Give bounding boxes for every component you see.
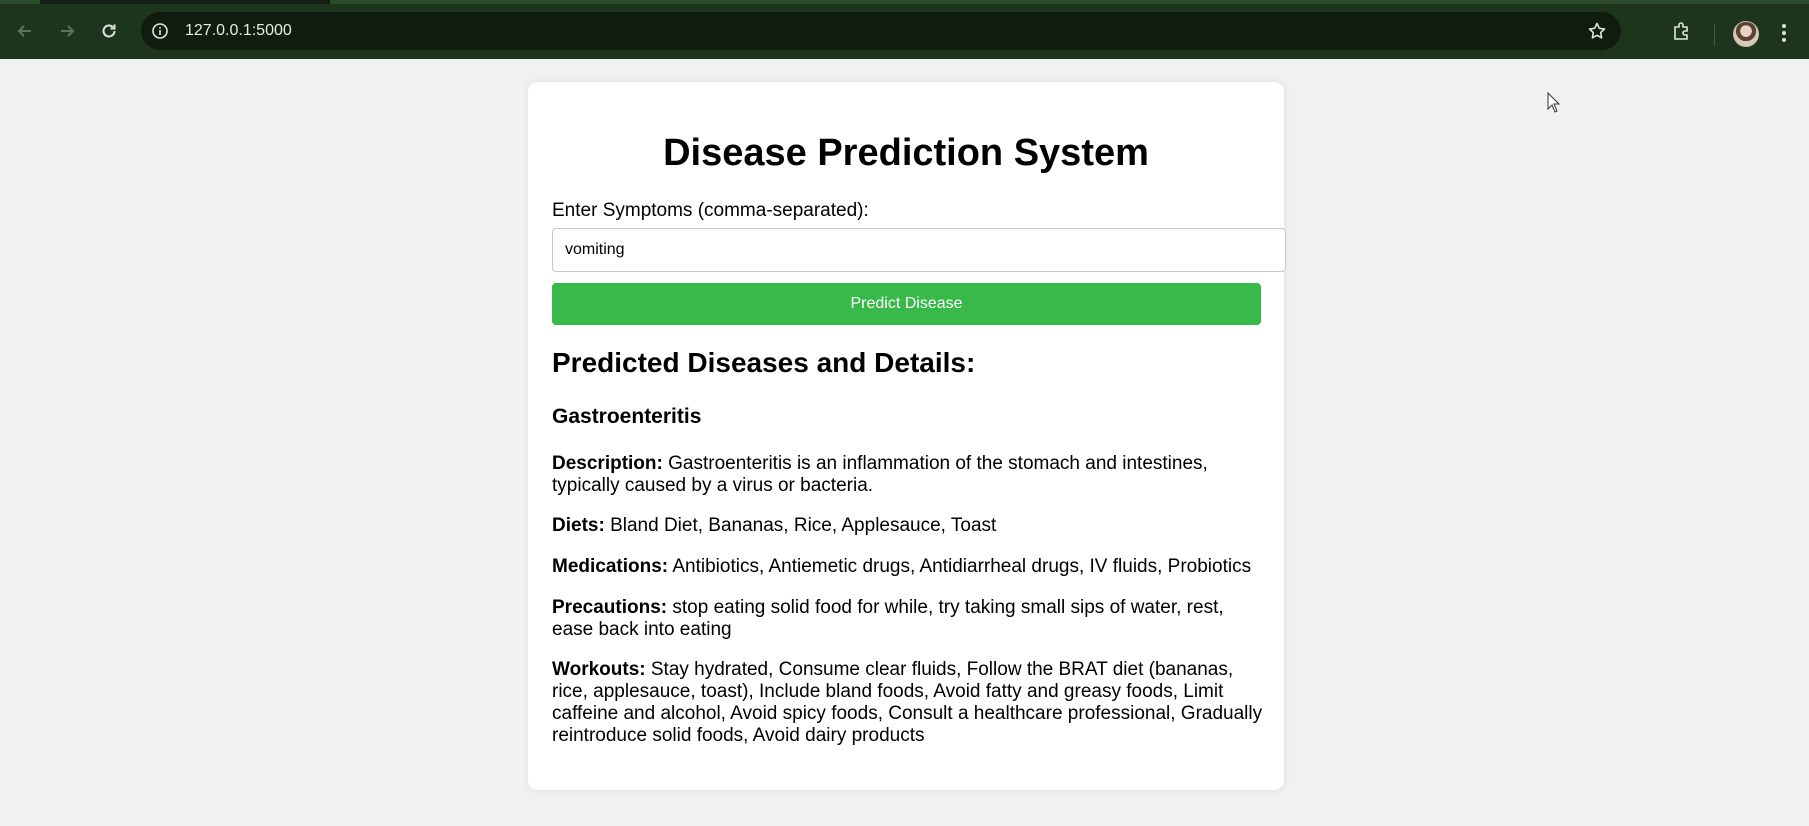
browser-toolbar: 127.0.0.1:5000 [0, 4, 1809, 59]
workouts-paragraph: Workouts: Stay hydrated, Consume clear f… [552, 659, 1264, 747]
description-paragraph: Description: Gastroenteritis is an infla… [552, 453, 1264, 497]
precautions-label: Precautions: [552, 597, 668, 618]
url-text[interactable]: 127.0.0.1:5000 [185, 22, 292, 40]
symptoms-input[interactable] [552, 228, 1286, 272]
diets-label: Diets: [552, 515, 605, 536]
results-heading: Predicted Diseases and Details: [552, 347, 976, 378]
precautions-paragraph: Precautions: stop eating solid food for … [552, 597, 1264, 641]
reload-icon[interactable] [96, 18, 122, 44]
address-bar[interactable]: 127.0.0.1:5000 [141, 12, 1621, 50]
workouts-label: Workouts: [552, 659, 646, 680]
workouts-text: Stay hydrated, Consume clear fluids, Fol… [552, 659, 1263, 746]
symptoms-label: Enter Symptoms (comma-separated): [552, 200, 869, 221]
toolbar-divider [1714, 24, 1715, 46]
prediction-card: Disease Prediction System Enter Symptoms… [528, 82, 1286, 790]
medications-paragraph: Medications: Antibiotics, Antiemetic dru… [552, 556, 1264, 578]
kebab-menu-icon[interactable] [1779, 22, 1789, 44]
forward-arrow-icon[interactable] [54, 18, 80, 44]
extensions-puzzle-icon[interactable] [1671, 20, 1695, 44]
page-title: Disease Prediction System [663, 132, 1149, 174]
profile-avatar[interactable] [1733, 21, 1759, 47]
mouse-cursor-icon [1547, 91, 1561, 114]
diets-paragraph: Diets: Bland Diet, Bananas, Rice, Apples… [552, 515, 1264, 537]
diets-text: Bland Diet, Bananas, Rice, Applesauce, T… [610, 515, 997, 536]
predict-disease-button[interactable]: Predict Disease [552, 283, 1261, 325]
medications-text: Antibiotics, Antiemetic drugs, Antidiarr… [672, 556, 1252, 577]
medications-label: Medications: [552, 556, 669, 577]
site-info-icon[interactable] [151, 22, 169, 40]
disease-name: Gastroenteritis [552, 405, 702, 428]
bookmark-star-icon[interactable] [1587, 21, 1607, 41]
browser-chrome: 127.0.0.1:5000 [0, 0, 1809, 59]
description-label: Description: [552, 453, 663, 474]
back-arrow-icon[interactable] [12, 18, 38, 44]
